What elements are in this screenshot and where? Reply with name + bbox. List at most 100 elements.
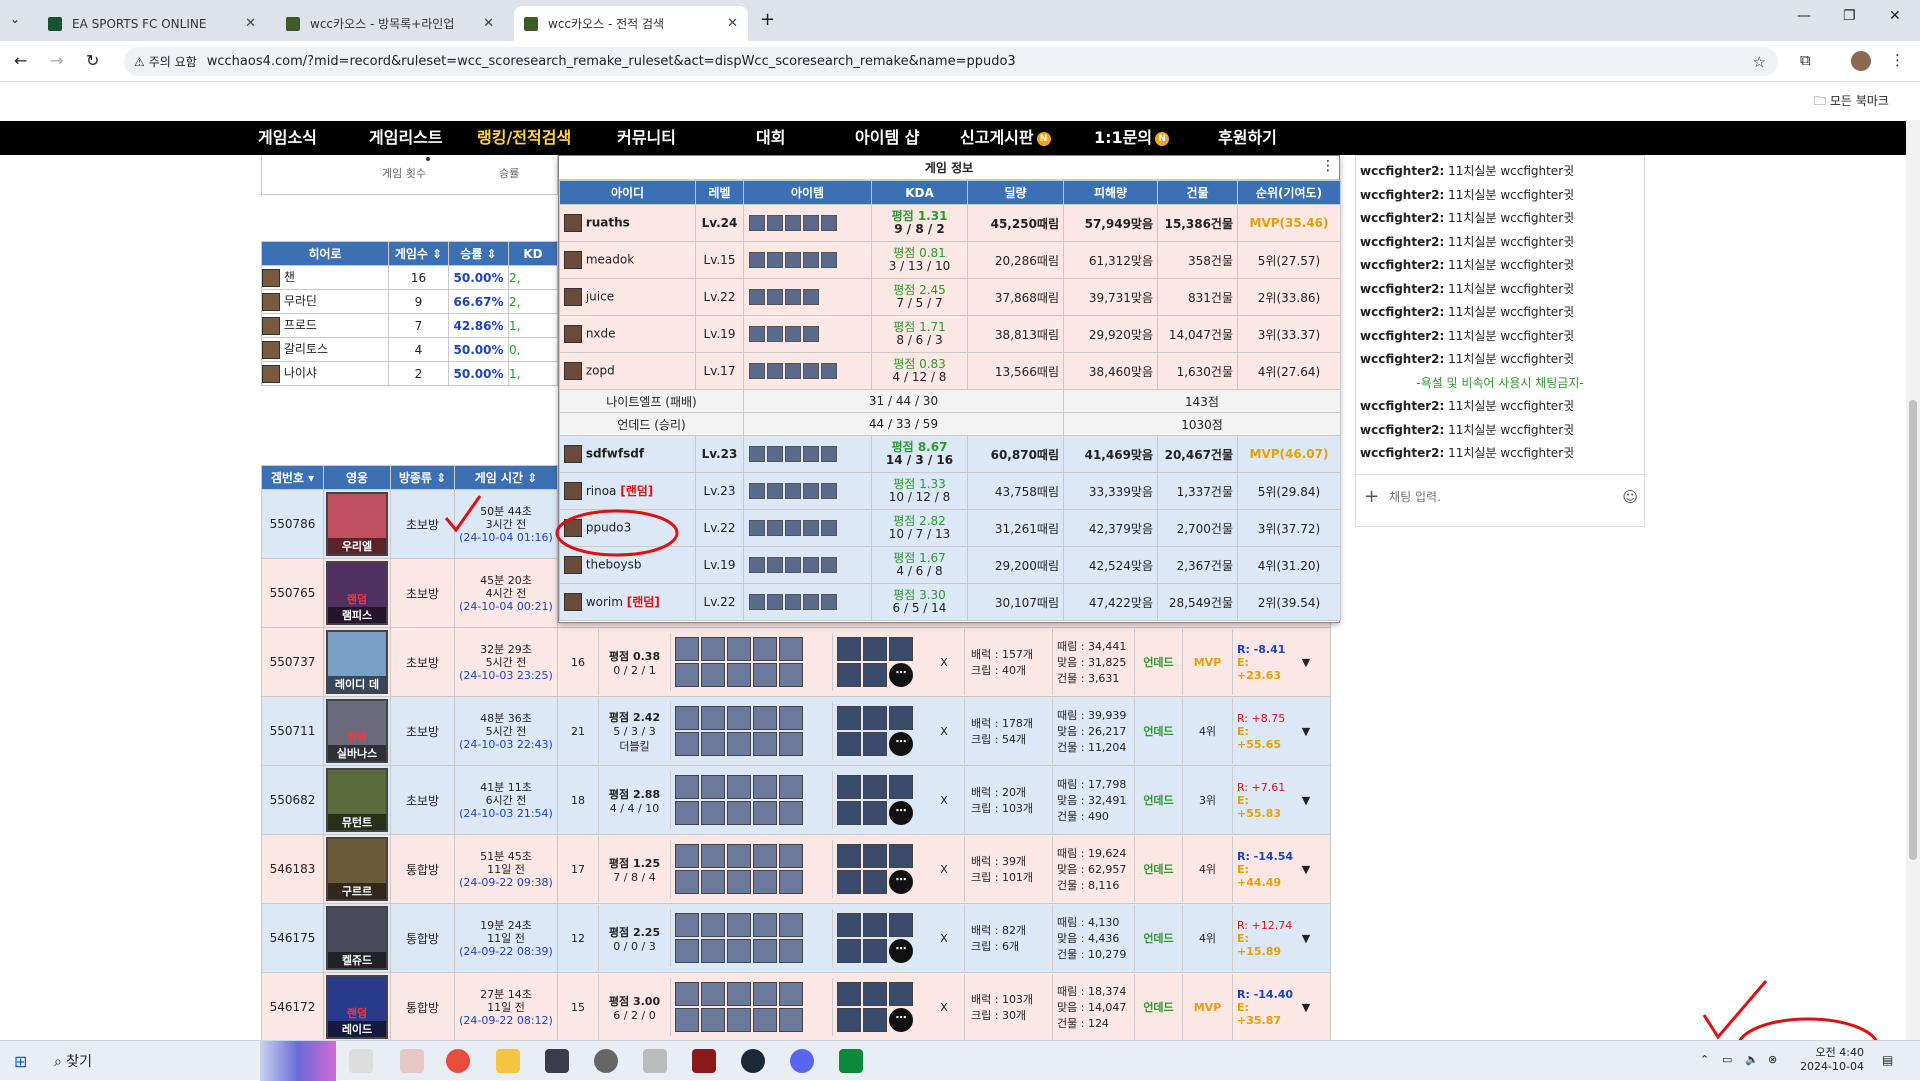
nav-item-shop[interactable]: 아이템 샵 <box>855 121 919 155</box>
more-icon[interactable]: ⋯ <box>889 732 913 756</box>
expand-icon[interactable]: ▼ <box>1296 794 1316 807</box>
windows-start-icon[interactable]: ⊞ <box>14 1052 27 1071</box>
player-id[interactable]: ruaths <box>586 216 630 230</box>
col-rate[interactable]: 승률 ⇕ <box>448 241 509 266</box>
col-games[interactable]: 게임수 ⇕ <box>388 241 449 266</box>
notification-icon[interactable]: ▤ <box>1882 1053 1893 1067</box>
player-id[interactable]: sdfwfsdf <box>586 447 644 461</box>
match-no[interactable]: 550765 <box>261 558 324 628</box>
chat-user[interactable]: wccfighter2: <box>1360 399 1444 413</box>
mic-muted-icon[interactable]: ⊗ <box>1768 1053 1777 1066</box>
match-row[interactable]: 546172 랜덤 레이드 통합방 27분 14초 11일 전 (24-09-22 0… <box>261 972 1331 1042</box>
player-row[interactable]: sdfwfsdf Lv.23 평점 8.67 14 / 3 / 16 60,870… <box>559 435 1341 473</box>
chat-user[interactable]: wccfighter2: <box>1360 446 1444 460</box>
match-no[interactable]: 550682 <box>261 765 324 835</box>
match-no[interactable]: 550786 <box>261 489 324 559</box>
tab-lineup[interactable]: wcc카오스 - 방목록+라인업 ✕ <box>276 6 504 41</box>
expand-icon[interactable]: ▼ <box>1296 1001 1316 1014</box>
player-row[interactable]: worim [랜덤] Lv.22 평점 3.30 6 / 5 / 14 30,10… <box>559 583 1341 621</box>
nav-community[interactable]: 커뮤니티 <box>617 121 676 155</box>
window-close-icon[interactable]: ✕ <box>1889 8 1901 24</box>
security-warning[interactable]: 주의 요함 <box>149 53 207 70</box>
warning-icon[interactable]: ⚠ <box>134 55 145 69</box>
tray-chevron-icon[interactable]: ⌃ <box>1700 1053 1709 1066</box>
match-row[interactable]: 550737 레이디 데 초보방 32분 29초 5시간 전 (24-10-03 2… <box>261 627 1331 697</box>
player-id-cell[interactable]: meadok <box>559 241 696 279</box>
popup-menu-icon[interactable]: ⋮ <box>1321 158 1335 174</box>
player-id-cell[interactable]: zopd <box>559 352 696 390</box>
app-icon[interactable] <box>400 1049 424 1073</box>
match-no[interactable]: 546183 <box>261 834 324 904</box>
more-icon[interactable]: ⋯ <box>889 663 913 687</box>
wing-icon[interactable] <box>643 1049 667 1073</box>
network-icon[interactable]: ▭ <box>1722 1053 1732 1066</box>
chat-user[interactable]: wccfighter2: <box>1360 188 1444 202</box>
tab-list-icon[interactable]: ⌄ <box>10 12 20 26</box>
player-id[interactable]: worim <box>586 595 623 609</box>
player-id[interactable]: nxde <box>586 327 616 341</box>
nav-donate[interactable]: 후원하기 <box>1218 121 1277 155</box>
match-no[interactable]: 550711 <box>261 696 324 766</box>
nav-tournament[interactable]: 대회 <box>756 121 785 155</box>
more-icon[interactable]: ⋯ <box>889 1008 913 1032</box>
chat-user[interactable]: wccfighter2: <box>1360 329 1444 343</box>
chat-input[interactable] <box>1389 489 1623 504</box>
player-id[interactable]: juice <box>586 290 614 304</box>
player-row[interactable]: rinoa [랜덤] Lv.23 평점 1.33 10 / 12 / 8 43,7… <box>559 472 1341 510</box>
more-icon[interactable]: ⋯ <box>889 870 913 894</box>
discord-icon[interactable] <box>790 1049 814 1073</box>
clock[interactable]: 오전 4:40 2024-10-04 <box>1794 1044 1864 1073</box>
player-id-cell[interactable]: worim [랜덤] <box>559 583 696 621</box>
taskbar-search[interactable]: ⌕ 찾기 <box>54 1051 92 1071</box>
col-game-time[interactable]: 게임 시간 ⇕ <box>454 465 558 490</box>
expand-icon[interactable]: ▼ <box>1296 725 1316 738</box>
hero-portrait[interactable]: 켈쥬드 <box>326 906 388 970</box>
emoji-icon[interactable]: ☺ <box>1622 488 1638 506</box>
hero-portrait[interactable]: 구르르 <box>326 837 388 901</box>
profile-avatar[interactable] <box>1851 51 1871 71</box>
player-id[interactable]: rinoa <box>586 484 617 498</box>
forward-icon[interactable]: → <box>50 51 63 70</box>
match-no[interactable]: 550737 <box>261 627 324 697</box>
close-icon[interactable]: ✕ <box>245 16 256 31</box>
chat-user[interactable]: wccfighter2: <box>1360 305 1444 319</box>
player-id[interactable]: meadok <box>586 253 634 267</box>
chat-user[interactable]: wccfighter2: <box>1360 235 1444 249</box>
game-app-icon[interactable] <box>692 1049 716 1073</box>
col-hero[interactable]: 히어로 <box>261 241 389 266</box>
extensions-icon[interactable]: ⧉ <box>1800 51 1811 69</box>
player-row[interactable]: zopd Lv.17 평점 0.83 4 / 12 / 8 13,566때림 38… <box>559 352 1341 390</box>
hero-portrait[interactable]: 뮤턴트 <box>326 768 388 832</box>
minimize-icon[interactable]: — <box>1797 8 1811 24</box>
overwatch-icon[interactable] <box>594 1049 618 1073</box>
close-icon[interactable]: ✕ <box>483 16 494 31</box>
page-scrollbar[interactable] <box>1906 120 1920 1040</box>
chat-user[interactable]: wccfighter2: <box>1360 282 1444 296</box>
player-id-cell[interactable]: ruaths <box>559 204 696 242</box>
nav-inquiry[interactable]: 1:1문의 N <box>1094 121 1170 155</box>
bookmark-star-icon[interactable]: ☆ <box>1753 53 1766 71</box>
match-no[interactable]: 546175 <box>261 903 324 973</box>
col-match-no[interactable]: 겜번호 ▾ <box>261 465 324 490</box>
expand-icon[interactable]: ▼ <box>1296 863 1316 876</box>
chat-user[interactable]: wccfighter2: <box>1360 352 1444 366</box>
match-row[interactable]: 546183 구르르 통합방 51분 45초 11일 전 (24-09-22 09:… <box>261 834 1331 904</box>
player-id-cell[interactable]: juice <box>559 278 696 316</box>
new-tab-icon[interactable]: + <box>760 9 775 30</box>
player-id-cell[interactable]: sdfwfsdf <box>559 435 696 473</box>
player-row[interactable]: nxde Lv.19 평점 1.71 8 / 6 / 3 38,813때림 29,… <box>559 315 1341 353</box>
menu-icon[interactable]: ⋮ <box>1890 51 1905 69</box>
hero-portrait[interactable]: 랜덤 램피스 <box>326 561 388 625</box>
tab-ea-fc[interactable]: EA SPORTS FC ONLINE ✕ <box>38 6 266 41</box>
match-row[interactable]: 550682 뮤턴트 초보방 41분 11초 6시간 전 (24-10-03 21:… <box>261 765 1331 835</box>
tab-score-search[interactable]: wcc카오스 - 전적 검색 ✕ <box>514 6 748 41</box>
game-app-icon[interactable] <box>839 1049 863 1073</box>
player-row[interactable]: meadok Lv.15 평점 0.81 3 / 13 / 10 20,286때림… <box>559 241 1341 279</box>
reload-icon[interactable]: ↻ <box>86 51 99 70</box>
nav-game-list[interactable]: 게임리스트 <box>369 121 443 155</box>
chrome-icon[interactable] <box>446 1049 470 1073</box>
url-text[interactable]: wcchaos4.com/?mid=record&ruleset=wcc_sco… <box>207 54 1016 69</box>
expand-icon[interactable]: ▼ <box>1296 656 1316 669</box>
back-icon[interactable]: ← <box>14 51 27 70</box>
hero-portrait[interactable]: 우리엘 <box>326 492 388 556</box>
